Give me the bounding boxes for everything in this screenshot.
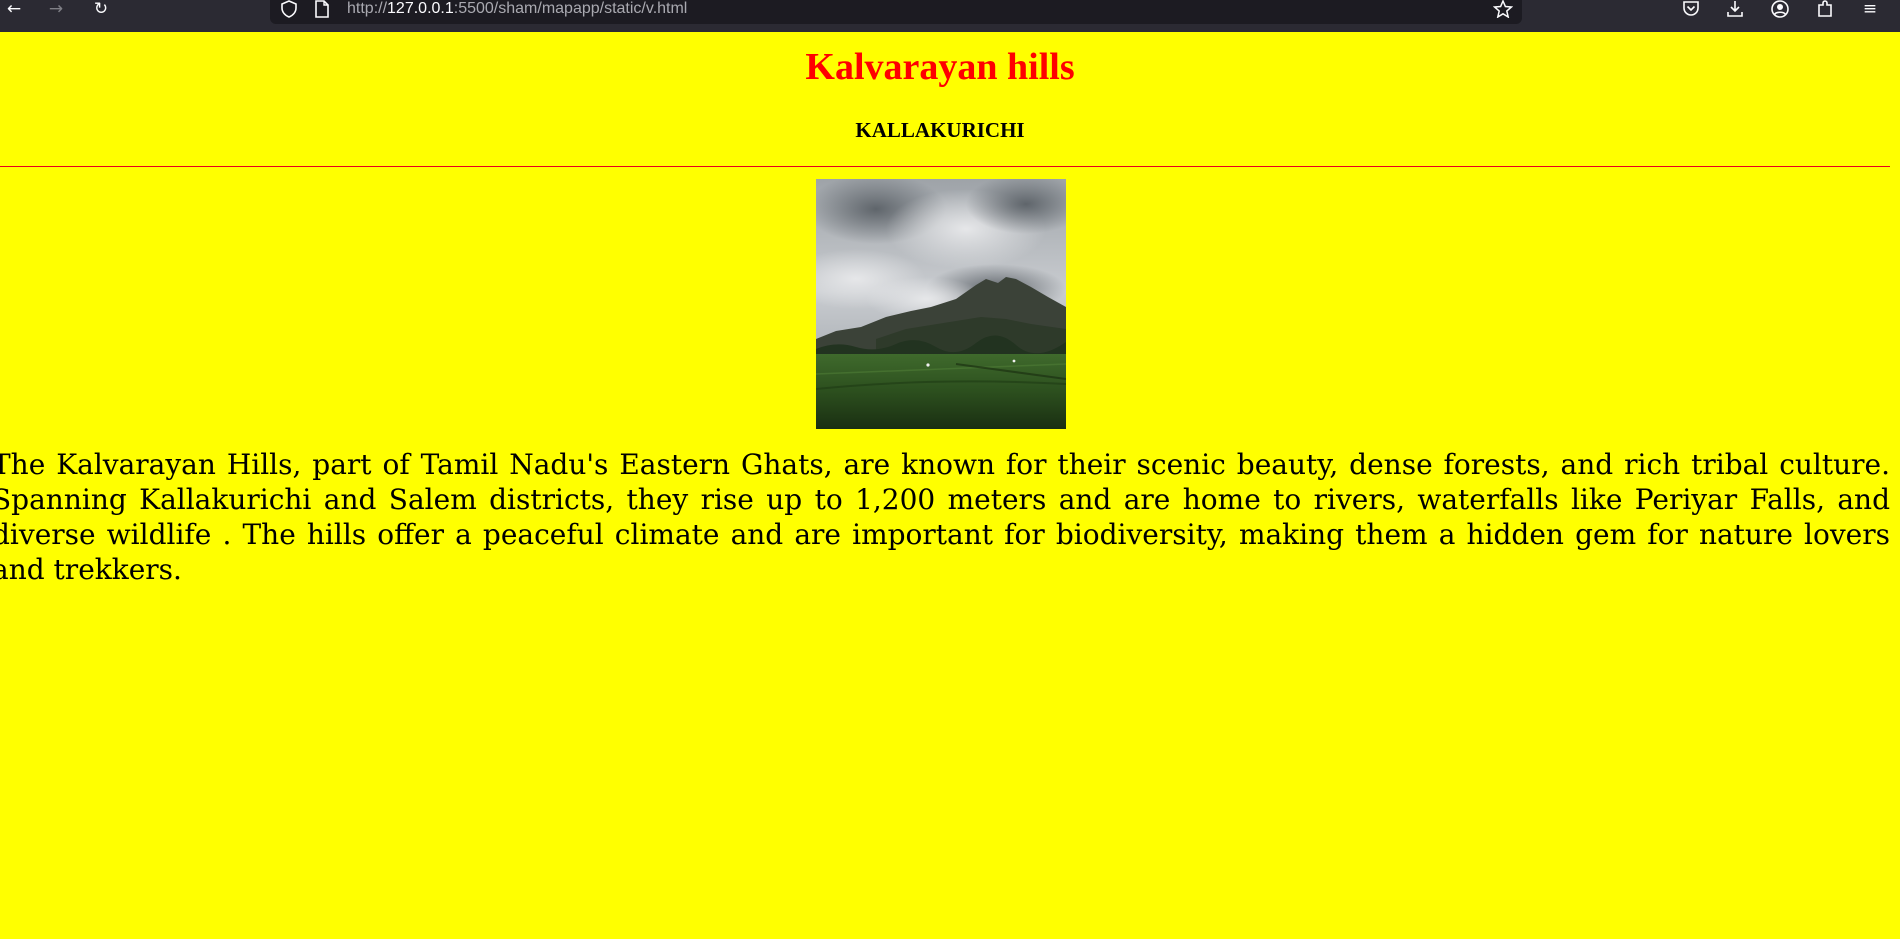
star-icon[interactable] bbox=[1493, 0, 1513, 18]
url-text[interactable]: http://127.0.0.1:5500/sham/mapapp/static… bbox=[347, 0, 687, 18]
address-bar[interactable]: http://127.0.0.1:5500/sham/mapapp/static… bbox=[270, 0, 1522, 24]
description-paragraph: The Kalvarayan Hills, part of Tamil Nadu… bbox=[0, 448, 1890, 586]
download-icon[interactable] bbox=[1721, 0, 1749, 18]
hamburger-menu-icon[interactable]: ≡ bbox=[1856, 0, 1884, 19]
page-icon[interactable] bbox=[314, 0, 330, 18]
reload-icon[interactable]: ↻ bbox=[87, 0, 115, 19]
extensions-icon[interactable] bbox=[1811, 0, 1839, 18]
shield-icon[interactable] bbox=[280, 0, 298, 18]
page-content: Kalvarayan hills KALLAKURICHI The Kalvar… bbox=[0, 32, 1900, 939]
url-scheme: http:// bbox=[347, 0, 388, 17]
url-host: 127.0.0.1 bbox=[387, 0, 454, 17]
forward-arrow-icon[interactable]: → bbox=[42, 0, 70, 19]
hills-photo bbox=[816, 179, 1066, 429]
browser-toolbar: ← → ↻ http://127.0.0.1:5500/sham/mapapp/… bbox=[0, 0, 1900, 32]
back-arrow-icon[interactable]: ← bbox=[0, 0, 28, 19]
url-path: :5500/sham/mapapp/static/v.html bbox=[453, 0, 688, 17]
pocket-icon[interactable] bbox=[1677, 0, 1705, 18]
district-subtitle: KALLAKURICHI bbox=[855, 118, 1025, 142]
page-title: Kalvarayan hills bbox=[805, 46, 1075, 88]
divider bbox=[0, 166, 1890, 167]
account-icon[interactable] bbox=[1766, 0, 1794, 18]
